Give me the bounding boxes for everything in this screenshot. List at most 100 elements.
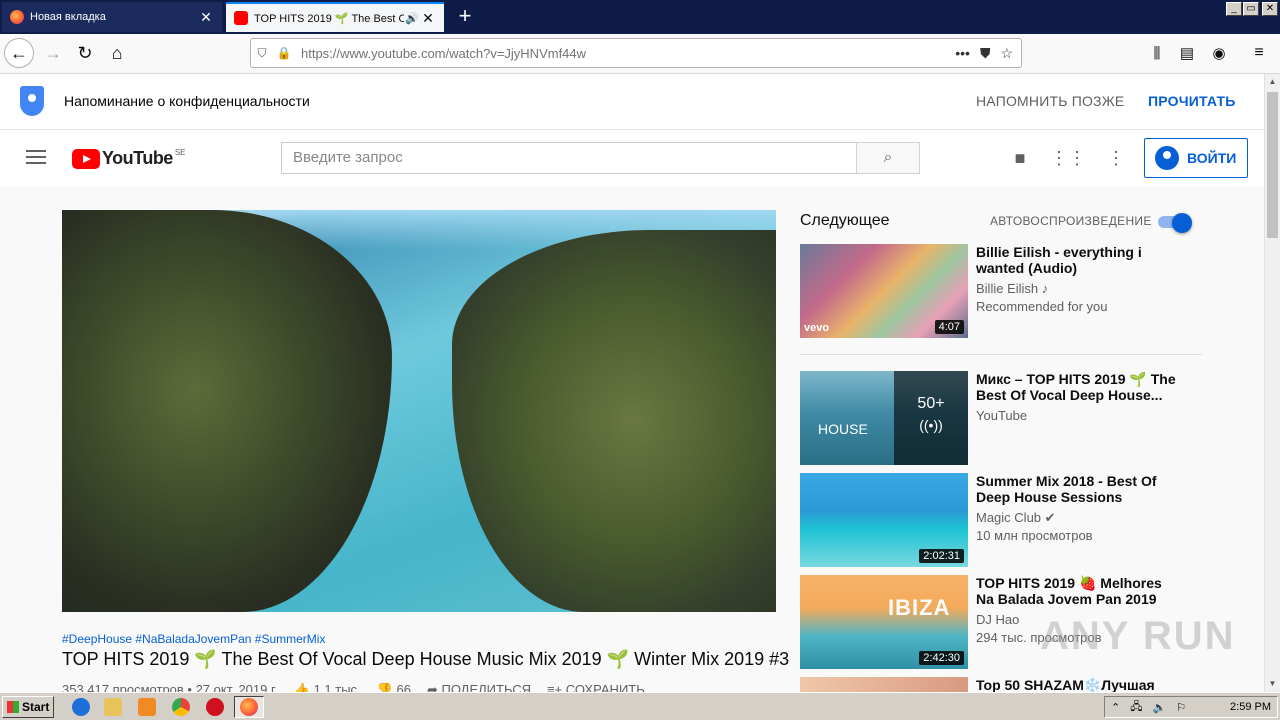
search-button[interactable]: ⌕ [856,142,920,174]
back-arrow-icon[interactable]: ← [4,38,34,68]
video-frame-rock-right [452,230,776,612]
channel-name[interactable]: DJ Hao [976,612,1019,627]
tab-title: Новая вкладка [30,11,106,23]
forward-arrow-icon[interactable]: → [38,38,68,68]
mix-broadcast-icon: ((•)) [919,417,943,433]
recommended-video[interactable]: 2:02:31 Summer Mix 2018 - Best Of Deep H… [800,473,1202,567]
sign-in-button[interactable]: ВОЙТИ [1144,138,1248,178]
maximize-button[interactable]: ▭ [1243,2,1259,16]
channel-name[interactable]: YouTube [976,408,1027,423]
account-icon[interactable]: ◉ [1204,38,1234,68]
privacy-text: Напоминание о конфиденциальности [64,93,310,109]
windows-taskbar: Start ⌃ 🖧 🔈 ⚐ 2:59 PM [0,692,1280,720]
lock-icon[interactable]: 🔒 [273,46,295,60]
chrome-icon[interactable] [172,698,190,716]
tab-title: TOP HITS 2019 🌱 The Best Of [254,12,404,25]
recommended-mix[interactable]: HOUSE 50+ ((•)) Микс – TOP HITS 2019 🌱 T… [800,371,1202,465]
anyrun-watermark: ANY RUN [1040,614,1236,658]
video-title[interactable]: Микс – TOP HITS 2019 🌱 The Best Of Vocal… [976,371,1176,403]
youtube-masthead: YouTube SE Введите запрос ⌕ ■ ⋮⋮ ⋮ ВОЙТИ [0,130,1264,186]
video-title[interactable]: TOP HITS 2019 🍓 Melhores Na Balada Jovem… [976,575,1176,607]
autoplay-toggle[interactable] [1158,213,1192,233]
url-text[interactable]: https://www.youtube.com/watch?v=JjyHNVmf… [295,46,955,61]
page-actions-icon[interactable]: ••• [955,45,970,62]
country-code: SE [174,148,186,157]
remind-later-button[interactable]: НАПОМНИТЬ ПОЗЖЕ [976,93,1124,109]
recommended-video[interactable]: vevo 4:07 Billie Eilish - everything i w… [800,244,1202,338]
system-tray: ⌃ 🖧 🔈 ⚐ 2:59 PM [1104,696,1278,718]
video-thumbnail[interactable]: vevo 4:07 [800,244,968,338]
shield-icon[interactable]: ⛉ [251,46,273,61]
guide-menu-icon[interactable] [26,150,46,164]
privacy-shield-icon [20,86,44,116]
youtube-logo[interactable]: YouTube SE [72,148,186,169]
apps-grid-icon[interactable]: ⋮⋮ [1050,146,1086,170]
video-thumbnail[interactable]: 2:02:31 [800,473,968,567]
sidebar-icon[interactable]: ▤ [1172,38,1202,68]
youtube-icon [234,11,248,25]
video-player[interactable] [62,210,776,612]
channel-name[interactable]: Billie Eilish ♪ [976,281,1048,296]
url-bar[interactable]: ⛉ 🔒 https://www.youtube.com/watch?v=JjyH… [250,38,1022,68]
pocket-icon[interactable]: ⛊ [980,45,991,62]
reload-icon[interactable]: ↻ [70,38,100,68]
clock: 2:59 PM [1230,701,1271,713]
video-meta: Recommended for you [976,299,1108,314]
recommended-video[interactable]: Top 50 SHAZAM❄️Лучшая [800,677,1202,692]
firefox-icon [240,698,258,716]
new-tab-button[interactable]: + [452,4,478,30]
youtube-play-icon [72,148,100,169]
video-thumbnail[interactable]: IBIZA 2:42:30 [800,575,968,669]
create-video-icon[interactable]: ■ [1008,146,1032,170]
thumb-text: IBIZA [888,595,951,620]
video-title[interactable]: Top 50 SHAZAM❄️Лучшая [976,677,1176,692]
ie-icon[interactable] [72,698,90,716]
firefox-icon [10,10,24,24]
video-hashtags[interactable]: #DeepHouse #NaBaladaJovemPan #SummerMix [62,632,325,646]
opera-icon[interactable] [206,698,224,716]
read-button[interactable]: ПРОЧИТАТЬ [1148,93,1236,109]
tab-youtube[interactable]: TOP HITS 2019 🌱 The Best Of 🔊 ✕ [226,2,444,32]
sign-in-label: ВОЙТИ [1187,150,1237,166]
close-icon[interactable]: ✕ [420,10,436,27]
start-button[interactable]: Start [2,696,54,718]
star-icon[interactable]: ☆ [1000,45,1013,62]
video-duration: 4:07 [934,320,964,334]
channel-name[interactable]: Magic Club ✔ [976,510,1056,526]
video-thumbnail[interactable]: HOUSE 50+ ((•)) [800,371,968,465]
video-title[interactable]: Summer Mix 2018 - Best Of Deep House Ses… [976,473,1176,505]
start-label: Start [22,700,50,714]
tray-expand-icon[interactable]: ⌃ [1111,701,1120,714]
library-icon[interactable]: ⫼ [1142,38,1172,68]
more-vert-icon[interactable]: ⋮ [1104,146,1128,170]
flag-icon[interactable]: ⚐ [1176,701,1186,714]
close-window-button[interactable]: ✕ [1262,2,1278,16]
home-icon[interactable]: ⌂ [102,38,132,68]
video-meta: 10 млн просмотров [976,528,1093,543]
taskbar-firefox-window[interactable] [234,696,264,718]
video-title: TOP HITS 2019 🌱 The Best Of Vocal Deep H… [62,649,790,669]
divider [800,354,1202,355]
navigation-bar: ← → ↻ ⌂ ⛉ 🔒 https://www.youtube.com/watc… [0,34,1280,74]
menu-icon[interactable]: ≡ [1244,38,1274,68]
scroll-up-arrow-icon[interactable]: ▲ [1265,74,1280,90]
video-title[interactable]: Billie Eilish - everything i wanted (Aud… [976,244,1176,276]
logo-text: YouTube [102,148,173,168]
scroll-thumb[interactable] [1267,92,1278,238]
video-frame-rock-left [62,210,392,612]
scroll-down-arrow-icon[interactable]: ▼ [1265,676,1280,692]
account-avatar-icon [1155,146,1179,170]
video-thumbnail[interactable] [800,677,968,692]
tab-new[interactable]: Новая вкладка ✕ [2,2,222,32]
close-icon[interactable]: ✕ [198,9,214,26]
page-scrollbar[interactable]: ▲ ▼ [1264,74,1280,692]
vevo-logo: vevo [804,322,830,334]
tab-strip: Новая вкладка ✕ TOP HITS 2019 🌱 The Best… [0,0,1280,34]
search-input[interactable]: Введите запрос [281,142,857,174]
explorer-folder-icon[interactable] [104,698,122,716]
volume-icon[interactable]: 🔈 [1152,701,1166,714]
network-icon[interactable]: 🖧 [1130,698,1142,717]
media-player-icon[interactable] [138,698,156,716]
speaker-icon[interactable]: 🔊 [404,12,420,25]
minimize-button[interactable]: _ [1226,2,1242,16]
